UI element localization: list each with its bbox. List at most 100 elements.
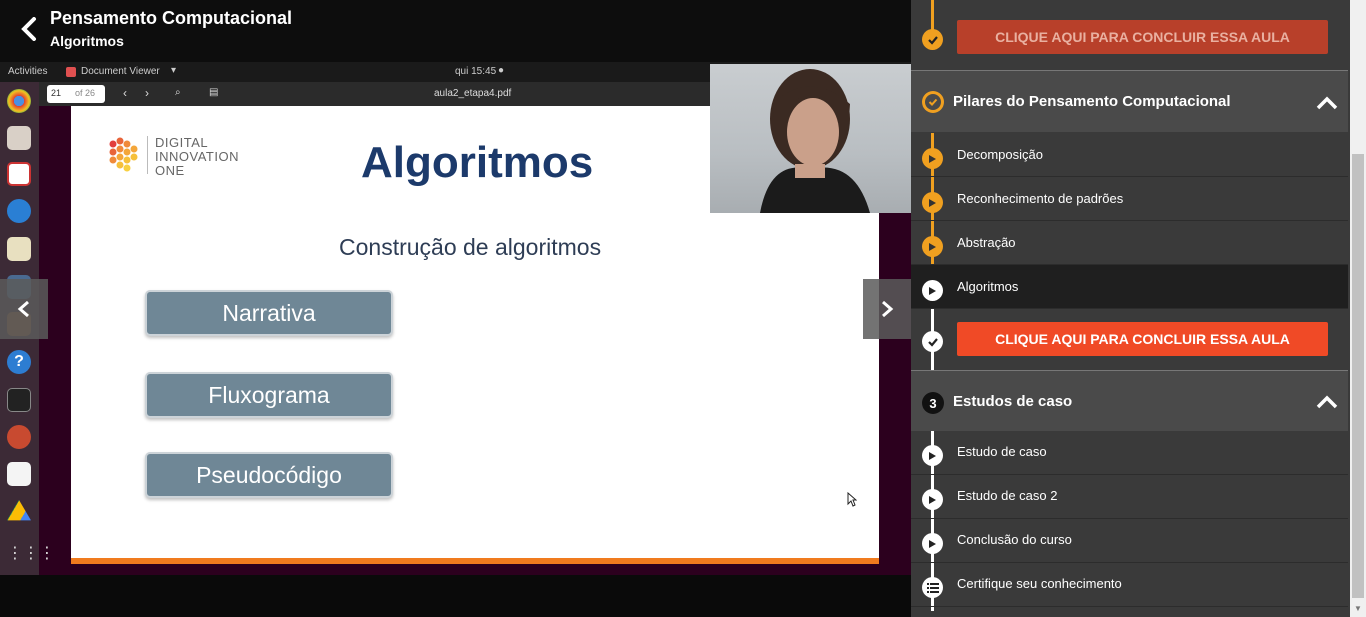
video-player[interactable]: Activities Document Viewer ▾ qui 15:45 ●…: [0, 62, 911, 575]
search-icon[interactable]: ⌕: [175, 87, 181, 98]
webcam-overlay: [710, 64, 911, 213]
lesson-label: Estudo de caso 2: [957, 488, 1058, 503]
play-icon: [929, 495, 936, 504]
lesson-subtitle: Algoritmos: [50, 33, 124, 49]
editor-icon: [7, 162, 31, 186]
activities-label: Activities: [8, 66, 48, 77]
page-total: of 26: [75, 88, 96, 98]
slide-item-narrativa: Narrativa: [145, 290, 393, 336]
prev-page-icon[interactable]: ‹: [123, 86, 127, 100]
page-scrollbar[interactable]: ▼: [1350, 0, 1366, 617]
course-title: Pensamento Computacional: [50, 8, 293, 28]
section-number-badge: 3: [922, 392, 944, 414]
lesson-label: Certifique seu conhecimento: [957, 576, 1122, 591]
slide-footer-line: [71, 558, 879, 564]
play-dot: [922, 236, 943, 257]
slide-item-fluxograma: Fluxograma: [145, 372, 393, 418]
dio-logo-icon: [109, 137, 138, 172]
slide-title: Algoritmos: [361, 138, 594, 187]
logo-line-1: DIGITAL: [155, 135, 209, 150]
lesson-item[interactable]: Conclusão do curso: [911, 519, 1348, 563]
lesson-item[interactable]: Abstração: [911, 221, 1348, 265]
help-icon: ?: [7, 350, 31, 374]
lesson-item[interactable]: Estudo de caso 2: [911, 475, 1348, 519]
chrome-icon: [7, 89, 31, 113]
file-name-label: aula2_etapa4.pdf: [434, 88, 512, 99]
play-dot: [922, 148, 943, 169]
lesson-label: Conclusão do curso: [957, 532, 1072, 547]
logo-line-3: ONE: [155, 163, 185, 178]
slide-item-pseudocodigo: Pseudocódigo: [145, 452, 393, 498]
lesson-item[interactable]: Reconhecimento de padrões: [911, 177, 1348, 221]
dio-logo-text: DIGITAL INNOVATION ONE: [155, 136, 239, 178]
scrollbar-thumb[interactable]: [1352, 154, 1364, 598]
lesson-item[interactable]: Decomposição: [911, 133, 1348, 177]
course-sidebar: CLIQUE AQUI PARA CONCLUIR ESSA AULA Pila…: [911, 0, 1350, 617]
check-icon: [927, 337, 938, 347]
list-icon: [926, 582, 939, 593]
check-dot: [922, 29, 943, 50]
logo-divider: [147, 136, 148, 174]
logo-line-2: INNOVATION: [155, 149, 239, 164]
drive-icon: [7, 500, 31, 521]
list-dot: [922, 577, 943, 598]
check-icon: [927, 35, 938, 45]
lesson-item-active[interactable]: Algoritmos: [911, 265, 1348, 309]
play-dot: [922, 445, 943, 466]
mouse-cursor-icon: [847, 492, 857, 507]
section-title: Pilares do Pensamento Computacional: [953, 93, 1231, 110]
chevron-up-icon[interactable]: [1316, 96, 1338, 110]
section-conclude-row: CLIQUE AQUI PARA CONCLUIR ESSA AULA: [911, 309, 1348, 370]
section-check-dot: [922, 91, 944, 113]
chevron-right-icon: [882, 300, 894, 318]
prev-section-conclude-row: CLIQUE AQUI PARA CONCLUIR ESSA AULA: [911, 0, 1348, 69]
lesson-item[interactable]: Certifique seu conhecimento: [911, 563, 1348, 607]
lesson-item[interactable]: Estudo de caso: [911, 431, 1348, 475]
play-dot: [922, 533, 943, 554]
play-icon: [929, 242, 936, 251]
lesson-label: Decomposição: [957, 147, 1043, 162]
lesson-label: Reconhecimento de padrões: [957, 191, 1124, 206]
chevron-up-icon[interactable]: [1316, 395, 1338, 409]
section-title: Estudos de caso: [953, 393, 1073, 410]
thunderbird-icon: [7, 199, 31, 223]
back-button[interactable]: [14, 14, 44, 44]
caret-down-icon: ▾: [171, 65, 177, 76]
play-icon: [929, 154, 936, 163]
slide-subtitle: Construção de algoritmos: [339, 234, 602, 260]
section-header-estudos[interactable]: 3 Estudos de caso: [911, 370, 1348, 431]
section-header-pilares[interactable]: Pilares do Pensamento Computacional: [911, 70, 1348, 132]
app-name-label: Document Viewer: [81, 66, 160, 77]
app-root: Pensamento Computacional Algoritmos Acti…: [0, 0, 1366, 617]
settings-icon: [7, 425, 31, 449]
check-dot: [922, 331, 943, 352]
sound-icon: [7, 237, 31, 261]
page-number-box[interactable]: 21 of 26: [47, 85, 105, 103]
next-slide-button[interactable]: [863, 279, 911, 339]
clipboard-icon[interactable]: ▤: [209, 87, 218, 98]
chevron-left-icon: [17, 300, 29, 318]
files-icon: [7, 126, 31, 150]
page-current: 21: [51, 88, 62, 98]
play-dot: [922, 489, 943, 510]
play-icon: [929, 198, 936, 207]
play-dot: [922, 280, 943, 301]
play-icon: [929, 286, 936, 295]
next-page-icon[interactable]: ›: [145, 86, 149, 100]
conclude-lesson-button[interactable]: CLIQUE AQUI PARA CONCLUIR ESSA AULA: [957, 322, 1328, 356]
app-grid-icon: ⋮⋮⋮: [7, 545, 55, 562]
terminal-icon: [7, 388, 31, 412]
text-editor-icon: [7, 462, 31, 486]
presenter-avatar: [760, 69, 870, 213]
clock-label: qui 15:45: [455, 66, 497, 77]
scroll-down-icon[interactable]: ▼: [1354, 604, 1362, 613]
play-dot: [922, 192, 943, 213]
lesson-label: Estudo de caso: [957, 444, 1047, 459]
conclude-lesson-button-previous[interactable]: CLIQUE AQUI PARA CONCLUIR ESSA AULA: [957, 20, 1328, 54]
chevron-left-icon: [21, 17, 36, 41]
record-dot-icon: ●: [498, 65, 505, 76]
play-icon: [929, 539, 936, 548]
video-bottom-bar: [0, 575, 911, 617]
document-viewer-icon: [66, 67, 76, 77]
prev-slide-button[interactable]: [0, 279, 48, 339]
